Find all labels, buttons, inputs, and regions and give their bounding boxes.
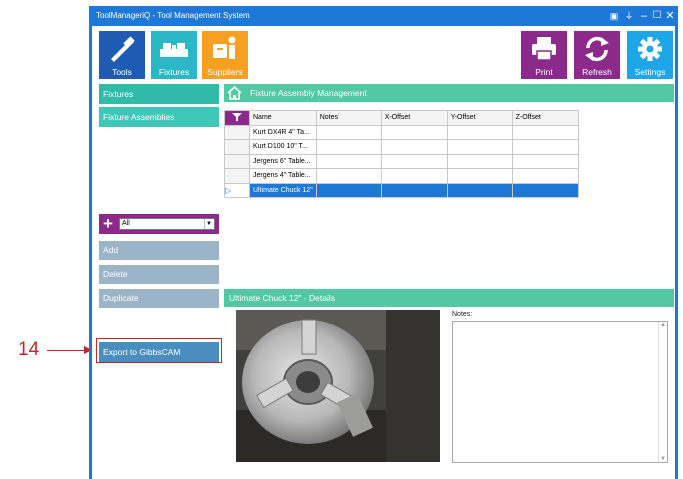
cell-name[interactable]: Ultimate Chuck 12" bbox=[249, 182, 317, 198]
display-icon[interactable]: ▣ bbox=[607, 6, 621, 26]
suppliers-label: Suppliers bbox=[207, 67, 243, 77]
notes-textarea[interactable]: ▲ ▼ bbox=[452, 321, 668, 463]
print-button[interactable]: Print bbox=[521, 31, 567, 79]
sidebar-item-fixture-assemblies[interactable]: Fixture Assemblies bbox=[99, 107, 219, 127]
chevron-down-icon: ▼ bbox=[204, 219, 213, 229]
delete-button[interactable]: Delete bbox=[99, 265, 219, 284]
column-header-y-offset[interactable]: Y-Offset bbox=[446, 110, 513, 126]
main-header: Fixture Assembly Management bbox=[224, 84, 674, 102]
cell-name[interactable]: Jergens 6" Table... bbox=[249, 153, 317, 169]
sidebar-item-fixtures[interactable]: Fixtures bbox=[99, 84, 219, 104]
close-button[interactable]: ✕ bbox=[663, 6, 677, 26]
print-label: Print bbox=[535, 67, 553, 77]
scroll-up-icon[interactable]: ▲ bbox=[660, 322, 666, 328]
maximize-button[interactable]: ☐ bbox=[650, 6, 664, 26]
cell-name[interactable]: Kurt DX4R 4" Ta... bbox=[249, 124, 317, 140]
assembly-table: Name Notes X-Offset Y-Offset Z-Offset Ku… bbox=[224, 110, 579, 198]
tool-icon bbox=[111, 36, 135, 62]
table-row[interactable]: Jergens 4" Table... bbox=[224, 168, 579, 184]
column-header-notes[interactable]: Notes bbox=[315, 110, 382, 126]
fixture-icon bbox=[160, 43, 188, 57]
fixtures-button[interactable]: Fixtures bbox=[151, 31, 197, 79]
column-header-name[interactable]: Name bbox=[249, 110, 317, 126]
column-header-x-offset[interactable]: X-Offset bbox=[380, 110, 448, 126]
callout-arrow-line bbox=[47, 350, 87, 351]
printer-icon bbox=[532, 37, 556, 61]
table-row-selected[interactable]: ▷ Ultimate Chuck 12" bbox=[224, 182, 579, 198]
suppliers-button[interactable]: Suppliers bbox=[202, 31, 248, 79]
fixtures-label: Fixtures bbox=[158, 67, 190, 77]
supplier-icon bbox=[213, 36, 236, 59]
table-header-row: Name Notes X-Offset Y-Offset Z-Offset bbox=[224, 110, 579, 126]
refresh-label: Refresh bbox=[582, 67, 612, 77]
cell-name[interactable]: Kurt D100 10" T... bbox=[249, 139, 317, 155]
tools-label: Tools bbox=[112, 67, 132, 77]
chuck-image bbox=[236, 310, 440, 462]
details-header: Ultimate Chuck 12" - Details bbox=[224, 289, 674, 307]
scroll-down-icon[interactable]: ▼ bbox=[660, 456, 666, 462]
add-button[interactable]: Add bbox=[99, 241, 219, 260]
filter-column-header[interactable] bbox=[224, 110, 250, 126]
window-title: ToolManageriQ - Tool Management System bbox=[96, 11, 250, 20]
row-header[interactable]: ▷ bbox=[224, 182, 250, 198]
minimize-button[interactable]: – bbox=[637, 6, 651, 26]
details-title: Ultimate Chuck 12" - Details bbox=[229, 293, 335, 303]
filter-bar: + All ▼ bbox=[99, 214, 219, 234]
filter-select-value: All bbox=[122, 220, 130, 227]
table-row[interactable]: Kurt DX4R 4" Ta... bbox=[224, 124, 579, 140]
column-header-z-offset[interactable]: Z-Offset bbox=[511, 110, 579, 126]
pin-icon[interactable]: ⏚ bbox=[622, 6, 636, 26]
row-header[interactable] bbox=[224, 124, 250, 140]
refresh-icon bbox=[585, 36, 609, 62]
cell-name[interactable]: Jergens 4" Table... bbox=[249, 168, 317, 184]
app-window: ToolManageriQ - Tool Management System ▣… bbox=[89, 6, 678, 479]
current-row-icon: ▷ bbox=[225, 185, 232, 195]
add-filter-icon[interactable]: + bbox=[103, 215, 113, 232]
duplicate-button[interactable]: Duplicate bbox=[99, 289, 219, 308]
table-row[interactable]: Kurt D100 10" T... bbox=[224, 139, 579, 155]
home-icon[interactable] bbox=[227, 86, 242, 100]
table-row[interactable]: Jergens 6" Table... bbox=[224, 153, 579, 169]
row-header[interactable] bbox=[224, 153, 250, 169]
main-header-title: Fixture Assembly Management bbox=[250, 88, 367, 98]
notes-scrollbar[interactable]: ▲ ▼ bbox=[658, 322, 667, 462]
gear-icon bbox=[638, 37, 662, 61]
settings-label: Settings bbox=[634, 67, 666, 77]
funnel-icon bbox=[232, 112, 242, 121]
title-bar: ToolManageriQ - Tool Management System ▣… bbox=[92, 6, 675, 26]
row-header[interactable] bbox=[224, 168, 250, 184]
tools-button[interactable]: Tools bbox=[99, 31, 145, 79]
callout-number: 14 bbox=[18, 339, 40, 360]
notes-label: Notes: bbox=[452, 311, 473, 318]
fixture-photo bbox=[236, 310, 440, 462]
settings-button[interactable]: Settings bbox=[627, 31, 673, 79]
refresh-button[interactable]: Refresh bbox=[574, 31, 620, 79]
row-header[interactable] bbox=[224, 139, 250, 155]
callout-highlight-box bbox=[96, 338, 222, 363]
filter-select[interactable]: All ▼ bbox=[119, 218, 215, 230]
